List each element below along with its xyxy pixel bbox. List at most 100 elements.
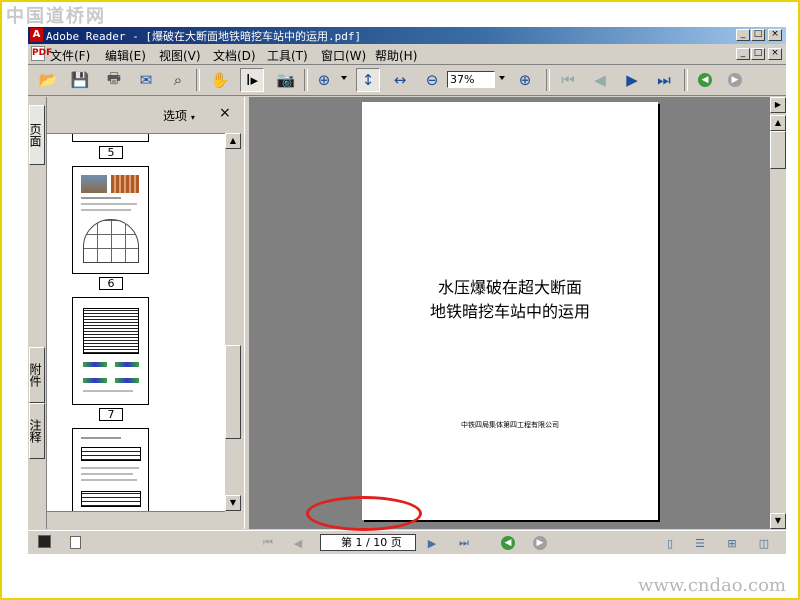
zoom-tool-dropdown-icon[interactable] bbox=[341, 76, 347, 80]
page-icon[interactable] bbox=[70, 536, 81, 549]
toolbar: 📂 💾 🖶 ✉ ⌕ ✋ I▸ 📷 ⊕ ↕ ↔ ⊖ 37% ⊕ ⏮ ◀ ▶ ⏭ ◀… bbox=[28, 65, 786, 96]
next-page-icon[interactable]: ▶ bbox=[424, 535, 440, 551]
page-thumbnail-6[interactable] bbox=[72, 166, 149, 274]
chart-bar bbox=[115, 378, 139, 383]
options-label: 选项 bbox=[163, 109, 188, 123]
data-table bbox=[81, 491, 141, 507]
forward-icon[interactable]: ▶ bbox=[533, 536, 547, 550]
zoom-dropdown-icon[interactable] bbox=[499, 76, 505, 80]
search-icon[interactable]: ⌕ bbox=[166, 68, 190, 92]
thumbnail-list[interactable]: 5 6 7 bbox=[47, 133, 225, 512]
last-page-icon[interactable]: ⏭ bbox=[652, 68, 676, 92]
toolbar-separator bbox=[684, 69, 688, 91]
document-view[interactable]: 水压爆破在超大断面 地铁暗挖车站中的运用 中铁四局集体第四工程有限公司 bbox=[250, 97, 770, 529]
maximize-button[interactable]: □ bbox=[751, 29, 765, 41]
scroll-up-button[interactable]: ▲ bbox=[770, 115, 786, 131]
page-nav-arrow-icon[interactable]: ▶ bbox=[770, 97, 786, 113]
page-thumbnail-5[interactable] bbox=[72, 134, 149, 142]
watermark-site-url: www.cndao.com bbox=[638, 575, 786, 596]
last-page-icon[interactable]: ⏭ bbox=[456, 535, 472, 551]
email-icon[interactable]: ✉ bbox=[134, 68, 158, 92]
title-bar[interactable]: A Adobe Reader - [爆破在大断面地铁暗挖车站中的运用.pdf] … bbox=[28, 27, 786, 44]
thumbnail-hscroll[interactable] bbox=[47, 511, 225, 528]
single-page-icon[interactable]: ▯ bbox=[662, 535, 678, 551]
next-page-icon[interactable]: ▶ bbox=[620, 68, 644, 92]
photo-thumbnail bbox=[111, 175, 139, 193]
menu-help[interactable]: 帮助(H) bbox=[375, 47, 417, 64]
snapshot-icon[interactable]: 📷 bbox=[274, 68, 298, 92]
scroll-thumb[interactable] bbox=[770, 131, 786, 169]
scroll-thumb[interactable] bbox=[225, 345, 241, 439]
thumbnail-scrollbar[interactable]: ▲ ▼ bbox=[225, 133, 241, 511]
menu-edit[interactable]: 编辑(E) bbox=[105, 47, 146, 64]
page-indicator: 第 1 / 10 页 bbox=[341, 536, 402, 549]
page-number-7: 7 bbox=[99, 408, 123, 421]
minimize-button[interactable]: _ bbox=[736, 29, 750, 41]
fit-width-icon[interactable]: ↔ bbox=[388, 68, 412, 92]
window-title: Adobe Reader - [爆破在大断面地铁暗挖车站中的运用.pdf] bbox=[46, 30, 362, 43]
zoom-level-field[interactable]: 37% bbox=[447, 71, 495, 88]
close-button[interactable]: × bbox=[768, 29, 782, 41]
zoom-in-plus-icon[interactable]: ⊕ bbox=[513, 68, 537, 92]
page-number-6: 6 bbox=[99, 277, 123, 290]
fit-page-icon[interactable]: ↕ bbox=[356, 68, 380, 92]
print-icon[interactable]: 🖶 bbox=[102, 68, 126, 92]
page-thumbnail-7[interactable] bbox=[72, 297, 149, 405]
pdf-page[interactable]: 水压爆破在超大断面 地铁暗挖车站中的运用 中铁四局集体第四工程有限公司 bbox=[362, 102, 658, 520]
menu-bar: PDF 文件(F) 编辑(E) 视图(V) 文档(D) 工具(T) 窗口(W) … bbox=[28, 44, 786, 65]
text-line bbox=[83, 390, 133, 392]
page-number-5: 5 bbox=[99, 146, 123, 159]
back-icon[interactable]: ◀ bbox=[698, 73, 712, 87]
scroll-up-button[interactable]: ▲ bbox=[225, 133, 241, 149]
scroll-down-button[interactable]: ▼ bbox=[770, 513, 786, 529]
chart-bar bbox=[83, 378, 107, 383]
select-text-icon[interactable]: I▸ bbox=[240, 68, 264, 92]
facing-icon[interactable]: ◫ bbox=[756, 535, 772, 551]
back-icon[interactable]: ◀ bbox=[501, 536, 515, 550]
hand-icon[interactable]: ✋ bbox=[208, 68, 232, 92]
page-thumbnail-8[interactable] bbox=[72, 428, 149, 512]
data-table bbox=[83, 308, 139, 354]
options-menu[interactable]: 选项 ▾ bbox=[163, 107, 195, 124]
open-icon[interactable]: 📂 bbox=[36, 68, 60, 92]
status-bar: ⏮ ◀ 第 1 / 10 页 ▶ ⏭ ◀ ▶ ▯ ☰ ⊞ ◫ bbox=[28, 530, 786, 554]
menu-window[interactable]: 窗口(W) bbox=[321, 47, 366, 64]
text-line bbox=[81, 473, 133, 475]
continuous-facing-icon[interactable]: ⊞ bbox=[724, 535, 740, 551]
doc-close-button[interactable]: × bbox=[768, 48, 782, 60]
tab-attachments[interactable]: 附件 bbox=[28, 347, 45, 403]
watermark-site-name: 中国道桥网 bbox=[6, 6, 106, 27]
forward-icon[interactable]: ▶ bbox=[728, 73, 742, 87]
prev-page-icon[interactable]: ◀ bbox=[290, 535, 306, 551]
chart-bar bbox=[83, 362, 107, 367]
document-company: 中铁四局集体第四工程有限公司 bbox=[461, 421, 559, 429]
adobe-reader-window: A Adobe Reader - [爆破在大断面地铁暗挖车站中的运用.pdf] … bbox=[28, 27, 786, 554]
tab-pages[interactable]: 页面 bbox=[28, 105, 45, 165]
menu-tools[interactable]: 工具(T) bbox=[267, 47, 308, 64]
text-line bbox=[81, 209, 131, 211]
scroll-down-button[interactable]: ▼ bbox=[225, 495, 241, 511]
zoom-out-icon[interactable]: ⊖ bbox=[420, 68, 444, 92]
toolbar-separator bbox=[304, 69, 308, 91]
prev-page-icon[interactable]: ◀ bbox=[588, 68, 612, 92]
document-icon[interactable]: PDF bbox=[31, 46, 52, 61]
tab-comments[interactable]: 注释 bbox=[28, 403, 45, 459]
text-line bbox=[81, 467, 139, 469]
zoom-in-icon[interactable]: ⊕ bbox=[312, 68, 336, 92]
save-icon[interactable]: 💾 bbox=[68, 68, 92, 92]
menu-view[interactable]: 视图(V) bbox=[159, 47, 201, 64]
chevron-down-icon: ▾ bbox=[190, 113, 195, 122]
menu-document[interactable]: 文档(D) bbox=[213, 47, 256, 64]
first-page-icon[interactable]: ⏮ bbox=[260, 535, 276, 551]
document-scrollbar[interactable]: ▶ ▲ ▼ bbox=[770, 97, 786, 529]
continuous-icon[interactable]: ☰ bbox=[692, 535, 708, 551]
doc-minimize-button[interactable]: _ bbox=[736, 48, 750, 60]
monitor-icon[interactable] bbox=[38, 535, 51, 548]
page-number-field[interactable]: 第 1 / 10 页 bbox=[320, 534, 416, 551]
panel-close-button[interactable]: × bbox=[219, 105, 231, 121]
menu-file[interactable]: 文件(F) bbox=[50, 47, 90, 64]
first-page-icon[interactable]: ⏮ bbox=[556, 68, 580, 92]
text-line bbox=[81, 197, 121, 199]
highlight-circle bbox=[306, 496, 422, 531]
doc-restore-button[interactable]: □ bbox=[751, 48, 765, 60]
